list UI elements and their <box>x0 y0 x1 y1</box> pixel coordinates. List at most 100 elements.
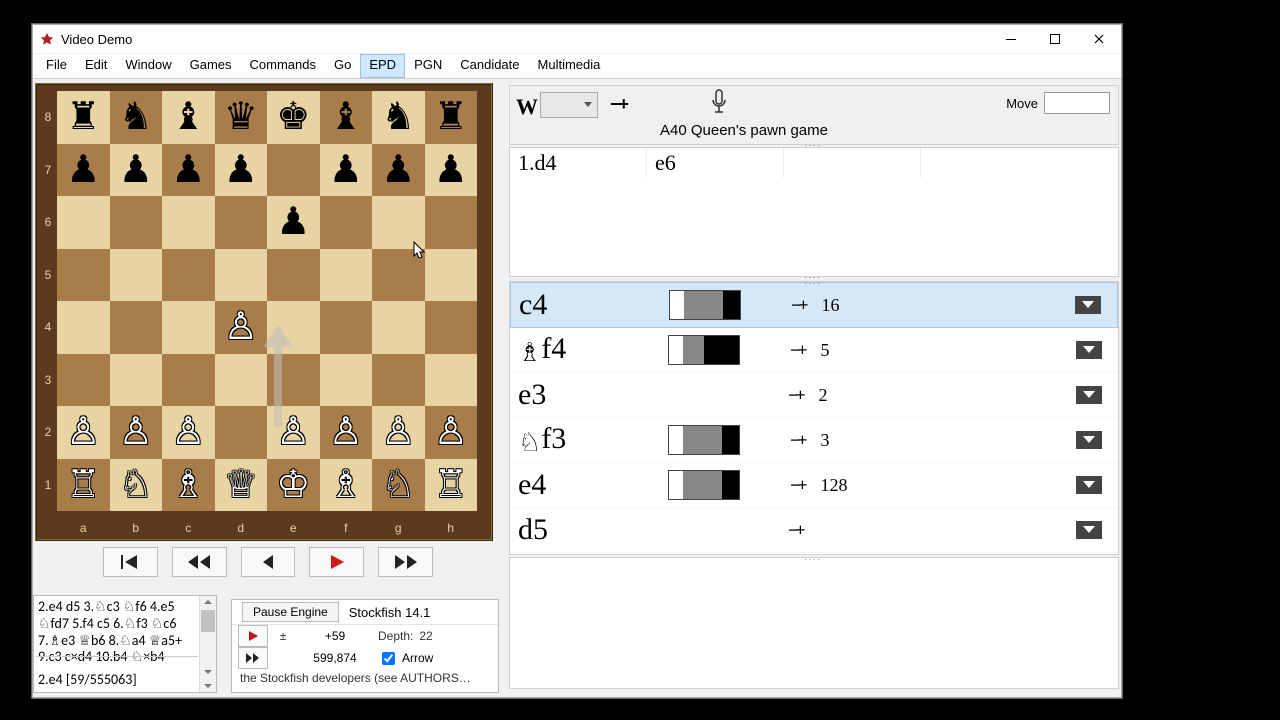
square-d2[interactable] <box>215 406 268 459</box>
minimize-button[interactable] <box>989 25 1033 53</box>
board-grid[interactable]: ♜♞♝♛♚♝♞♜♟♟♟♟♟♟♟♟♙♙♙♙♙♙♙♙♖♘♗♕♔♗♘♖ <box>57 91 477 511</box>
square-h8[interactable]: ♜ <box>425 91 478 144</box>
square-b7[interactable]: ♟ <box>110 144 163 197</box>
square-f8[interactable]: ♝ <box>320 91 373 144</box>
maximize-button[interactable] <box>1033 25 1077 53</box>
square-d8[interactable]: ♛ <box>215 91 268 144</box>
square-c6[interactable] <box>162 196 215 249</box>
square-h1[interactable]: ♖ <box>425 459 478 512</box>
menu-go[interactable]: Go <box>325 54 360 78</box>
menu-multimedia[interactable]: Multimedia <box>529 54 610 78</box>
candidate-dropdown[interactable] <box>1076 386 1102 404</box>
square-f3[interactable] <box>320 354 373 407</box>
menu-edit[interactable]: Edit <box>76 54 116 78</box>
square-d1[interactable]: ♕ <box>215 459 268 512</box>
square-a5[interactable] <box>57 249 110 302</box>
close-button[interactable] <box>1077 25 1121 53</box>
square-a6[interactable] <box>57 196 110 249</box>
square-h3[interactable] <box>425 354 478 407</box>
chessboard[interactable]: 87654321 ♜♞♝♛♚♝♞♜♟♟♟♟♟♟♟♟♙♙♙♙♙♙♙♙♖♘♗♕♔♗♘… <box>35 83 493 541</box>
square-a1[interactable]: ♖ <box>57 459 110 512</box>
candidate-f3[interactable]: ♘f3−+3 <box>510 418 1118 463</box>
square-a3[interactable] <box>57 354 110 407</box>
square-c3[interactable] <box>162 354 215 407</box>
candidate-e3[interactable]: e3−+2 <box>510 373 1118 418</box>
square-f1[interactable]: ♗ <box>320 459 373 512</box>
square-c1[interactable]: ♗ <box>162 459 215 512</box>
square-a7[interactable]: ♟ <box>57 144 110 197</box>
square-a2[interactable]: ♙ <box>57 406 110 459</box>
square-h4[interactable] <box>425 301 478 354</box>
candidate-f4[interactable]: ♗f4−+5 <box>510 328 1118 373</box>
menu-file[interactable]: File <box>37 54 76 78</box>
candidate-d5[interactable]: d5−+ <box>510 508 1118 553</box>
nav-rewind-button[interactable] <box>172 547 227 577</box>
square-e7[interactable] <box>267 144 320 197</box>
menu-commands[interactable]: Commands <box>241 54 325 78</box>
square-g8[interactable]: ♞ <box>372 91 425 144</box>
square-d7[interactable]: ♟ <box>215 144 268 197</box>
microphone-icon[interactable] <box>708 88 730 116</box>
square-g7[interactable]: ♟ <box>372 144 425 197</box>
nav-forward-button[interactable] <box>378 547 433 577</box>
square-c7[interactable]: ♟ <box>162 144 215 197</box>
turn-dropdown[interactable] <box>540 92 598 118</box>
scrollbar-thumb[interactable] <box>201 610 215 632</box>
square-e5[interactable] <box>267 249 320 302</box>
candidate-dropdown[interactable] <box>1076 476 1102 494</box>
menu-games[interactable]: Games <box>181 54 241 78</box>
square-f2[interactable]: ♙ <box>320 406 373 459</box>
candidate-e4[interactable]: e4−+128 <box>510 463 1118 508</box>
menu-window[interactable]: Window <box>116 54 180 78</box>
square-d6[interactable] <box>215 196 268 249</box>
square-g1[interactable]: ♘ <box>372 459 425 512</box>
square-e6[interactable]: ♟ <box>267 196 320 249</box>
square-h5[interactable] <box>425 249 478 302</box>
square-b6[interactable] <box>110 196 163 249</box>
square-g3[interactable] <box>372 354 425 407</box>
candidate-dropdown[interactable] <box>1076 521 1102 539</box>
square-b2[interactable]: ♙ <box>110 406 163 459</box>
menu-candidate[interactable]: Candidate <box>451 54 528 78</box>
menu-epd[interactable]: EPD <box>360 54 405 78</box>
nav-back-button[interactable] <box>241 547 296 577</box>
candidate-dropdown[interactable] <box>1075 296 1101 314</box>
move-list[interactable]: 1.d4 e6 <box>509 147 1119 277</box>
square-b3[interactable] <box>110 354 163 407</box>
square-g6[interactable] <box>372 196 425 249</box>
square-e8[interactable]: ♚ <box>267 91 320 144</box>
pause-engine-button[interactable]: Pause Engine <box>242 602 339 622</box>
square-d4[interactable]: ♙ <box>215 301 268 354</box>
arrow-checkbox[interactable]: Arrow <box>378 649 433 668</box>
square-g4[interactable] <box>372 301 425 354</box>
square-b1[interactable]: ♘ <box>110 459 163 512</box>
menu-pgn[interactable]: PGN <box>405 54 451 78</box>
square-c2[interactable]: ♙ <box>162 406 215 459</box>
square-c8[interactable]: ♝ <box>162 91 215 144</box>
square-c4[interactable] <box>162 301 215 354</box>
square-b4[interactable] <box>110 301 163 354</box>
square-h2[interactable]: ♙ <box>425 406 478 459</box>
candidate-dropdown[interactable] <box>1076 431 1102 449</box>
square-f7[interactable]: ♟ <box>320 144 373 197</box>
square-a8[interactable]: ♜ <box>57 91 110 144</box>
square-h7[interactable]: ♟ <box>425 144 478 197</box>
grip-handle[interactable] <box>804 273 824 279</box>
grip-handle[interactable] <box>804 281 824 285</box>
square-f6[interactable] <box>320 196 373 249</box>
square-a4[interactable] <box>57 301 110 354</box>
pv-scrollbar[interactable] <box>199 596 216 692</box>
eval-symbol[interactable]: −+ <box>610 94 627 115</box>
nav-play-button[interactable] <box>309 547 364 577</box>
square-g5[interactable] <box>372 249 425 302</box>
candidate-dropdown[interactable] <box>1076 341 1102 359</box>
move-input[interactable] <box>1044 92 1110 114</box>
square-b8[interactable]: ♞ <box>110 91 163 144</box>
nav-first-button[interactable] <box>103 547 158 577</box>
grip-handle[interactable] <box>804 555 824 561</box>
square-f5[interactable] <box>320 249 373 302</box>
square-b5[interactable] <box>110 249 163 302</box>
square-f4[interactable] <box>320 301 373 354</box>
engine-ff-button[interactable] <box>238 647 268 669</box>
square-d3[interactable] <box>215 354 268 407</box>
